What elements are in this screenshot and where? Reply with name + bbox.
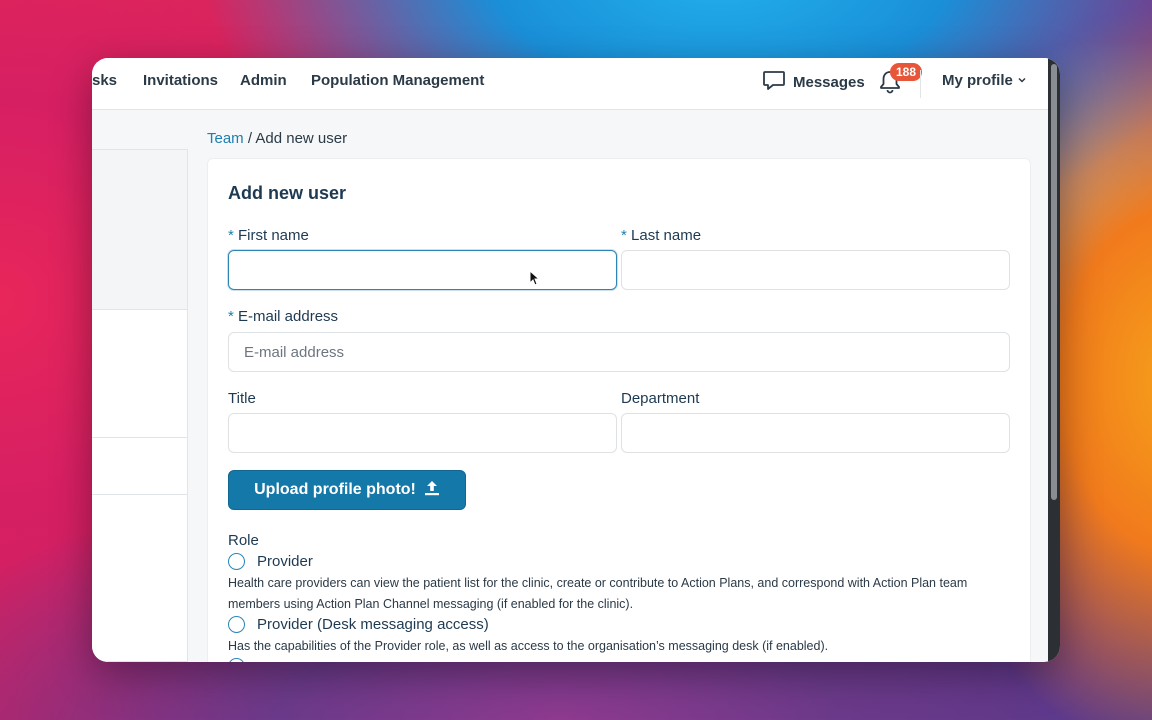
scrollbar-thumb[interactable] — [1051, 64, 1057, 500]
upload-icon — [424, 479, 440, 502]
first-name-label-text: First name — [238, 227, 309, 244]
chevron-down-icon — [1017, 72, 1027, 89]
title-label: Title — [228, 390, 256, 407]
scrollbar[interactable] — [1048, 58, 1060, 662]
nav-item-tasks[interactable]: sks — [92, 72, 117, 89]
provider-desk-radio[interactable] — [228, 616, 245, 633]
department-label: Department — [621, 390, 700, 407]
role-description-provider-desk: Has the capabilities of the Provider rol… — [228, 639, 829, 653]
first-name-input[interactable] — [228, 250, 617, 290]
role-option-next[interactable] — [228, 658, 245, 662]
role-option-provider-desk[interactable]: Provider (Desk messaging access) — [228, 616, 489, 633]
breadcrumb-current: Add new user — [255, 130, 348, 147]
last-name-label: * Last name — [621, 227, 701, 244]
sidebar-panel — [92, 149, 188, 662]
role-option-provider[interactable]: Provider — [228, 553, 313, 570]
upload-button-label: Upload profile photo! — [254, 481, 416, 498]
sidebar-divider — [92, 494, 187, 495]
messages-button[interactable]: Messages — [762, 69, 865, 95]
role-description-provider: Health care providers can view the patie… — [228, 576, 968, 611]
last-name-label-text: Last name — [631, 227, 702, 244]
nav-item-population-management[interactable]: Population Management — [311, 72, 484, 89]
bell-icon — [878, 71, 902, 99]
email-input[interactable] — [228, 332, 1010, 372]
nav-item-admin[interactable]: Admin — [240, 72, 287, 89]
breadcrumb: Team / Add new user — [207, 130, 347, 147]
required-marker: * — [228, 308, 234, 325]
email-label: * E-mail address — [228, 308, 338, 325]
add-user-form-card: Add new user * First name * Last name * … — [207, 158, 1031, 662]
messages-label: Messages — [793, 73, 865, 91]
page-title: Add new user — [228, 183, 347, 203]
my-profile-menu[interactable]: My profile — [942, 72, 1027, 89]
role-label: Role — [228, 532, 259, 549]
profile-label: My profile — [942, 72, 1013, 89]
next-role-radio[interactable] — [228, 658, 245, 662]
speech-bubble-icon — [762, 68, 786, 97]
breadcrumb-separator: / — [243, 130, 256, 147]
title-input[interactable] — [228, 413, 617, 453]
department-input[interactable] — [621, 413, 1010, 453]
app-window: sks Invitations Admin Population Managem… — [92, 58, 1060, 662]
first-name-label: * First name — [228, 227, 309, 244]
notification-count-badge: 188 — [890, 63, 923, 81]
required-marker: * — [228, 227, 234, 244]
sidebar-divider — [92, 437, 187, 438]
breadcrumb-team-link[interactable]: Team — [207, 130, 244, 147]
nav-divider — [920, 70, 921, 98]
provider-radio[interactable] — [228, 553, 245, 570]
last-name-input[interactable] — [621, 250, 1010, 290]
mouse-cursor-icon — [529, 270, 539, 286]
role-option-label: Provider — [257, 553, 313, 570]
top-navigation: sks Invitations Admin Population Managem… — [92, 58, 1060, 110]
email-label-text: E-mail address — [238, 308, 339, 325]
required-marker: * — [621, 227, 627, 244]
nav-item-invitations[interactable]: Invitations — [143, 72, 218, 89]
role-option-label: Provider (Desk messaging access) — [257, 616, 489, 633]
upload-profile-photo-button[interactable]: Upload profile photo! — [228, 470, 466, 510]
sidebar-header-block — [92, 150, 187, 310]
